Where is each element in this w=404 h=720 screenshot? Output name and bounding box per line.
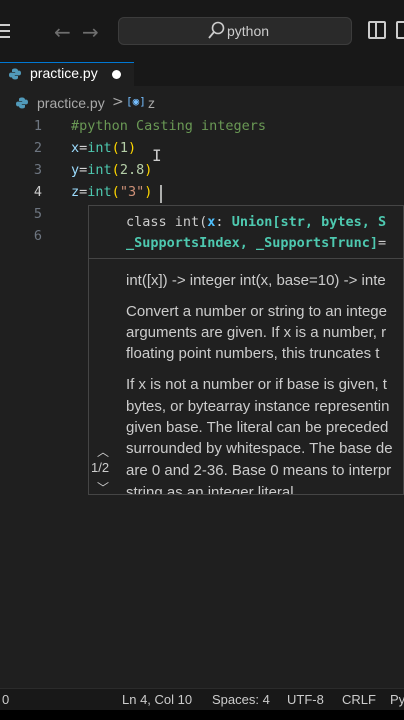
i-beam-cursor-icon: I (152, 146, 162, 165)
chevron-down-icon[interactable]: ﹀ (97, 479, 109, 494)
doc-line: are 0 and 2-36. Base 0 means to interpr (126, 462, 392, 479)
title-bar: ← → python (0, 0, 404, 62)
signature-keyword: class int( (126, 214, 208, 230)
bracket-token: ( (111, 184, 120, 200)
python-file-icon (9, 68, 21, 80)
signature-help-popup[interactable]: class int(x: Union[str, bytes, S _Suppor… (88, 205, 404, 495)
function-token: int (87, 162, 112, 178)
string-token: "3" (119, 184, 145, 200)
search-text: python (227, 23, 270, 39)
doc-line: bytes, or bytearray instance representin (126, 398, 390, 415)
doc-line: string as an integer literal (126, 484, 294, 495)
code-line[interactable]: 2 x=int(1) (0, 138, 404, 160)
breadcrumb: practice.py > [◉] z (0, 92, 404, 114)
code-line-active[interactable]: 4 z=int("3") (0, 182, 404, 204)
variable-token: x (71, 140, 80, 156)
status-language[interactable]: Py (390, 692, 404, 707)
doc-line: floating point numbers, this truncates t (126, 345, 380, 362)
variable-icon: [◉] (126, 95, 146, 108)
variable-token: z (71, 184, 80, 200)
line-number: 2 (33, 140, 42, 156)
code-line[interactable]: 3 y=int(2.8) (0, 160, 404, 182)
breadcrumb-symbol[interactable]: z (148, 95, 155, 111)
signature-type: Union[str, bytes, S (231, 214, 387, 230)
toggle-panel-icon[interactable] (396, 21, 404, 39)
status-cursor-position[interactable]: Ln 4, Col 10 (122, 692, 192, 707)
bracket-token: ( (111, 162, 120, 178)
variable-token: y (71, 162, 80, 178)
comment-token: #python Casting integers (71, 118, 267, 134)
python-file-icon (16, 97, 28, 109)
bottom-strip (0, 710, 404, 720)
chevron-up-icon[interactable]: ︿ (97, 443, 109, 460)
function-token: int (87, 184, 112, 200)
code-text: x=int(1) (71, 140, 136, 156)
doc-line: given base. The literal can be preceded (126, 419, 389, 436)
code-text: #python Casting integers (71, 118, 266, 134)
status-bar: 0 Ln 4, Col 10 Spaces: 4 UTF-8 CRLF Py (0, 688, 404, 710)
tab-bar: practice.py (0, 62, 404, 86)
text-caret (160, 185, 162, 203)
number-token: 2.8 (119, 162, 145, 178)
signature: class int(x: Union[str, bytes, S _Suppor… (126, 212, 386, 254)
chevron-right-icon: > (112, 94, 124, 110)
menu-icon[interactable] (0, 24, 10, 38)
bracket-token: ) (144, 184, 153, 200)
line-number: 6 (33, 228, 42, 244)
doc-line: int([x]) -> integer int(x, base=10) -> i… (126, 272, 386, 289)
line-number: 5 (33, 206, 42, 222)
bracket-token: ) (127, 140, 137, 156)
signature-colon: : (215, 214, 232, 230)
overload-counter: 1/2 (91, 460, 110, 475)
line-number: 4 (33, 184, 42, 200)
line-number: 3 (33, 162, 42, 178)
line-number: 1 (33, 118, 42, 134)
doc-line: Convert a number or string to an intege (126, 303, 387, 320)
divider (89, 258, 403, 259)
unsaved-dot-icon[interactable] (112, 70, 121, 79)
search-icon (208, 21, 225, 39)
signature-tail: = (377, 235, 387, 251)
command-center-search[interactable]: python (118, 17, 352, 45)
code-text: y=int(2.8) (71, 162, 152, 178)
doc-line: If x is not a number or if base is given… (126, 376, 387, 393)
function-token: int (87, 140, 112, 156)
status-indentation[interactable]: Spaces: 4 (212, 692, 270, 707)
code-line[interactable]: 1 #python Casting integers (0, 116, 404, 138)
doc-line: arguments are given. If x is a number, r (126, 324, 387, 341)
status-encoding[interactable]: UTF-8 (287, 692, 324, 707)
code-text: z=int("3") (71, 184, 152, 200)
signature-type-cont: _SupportsIndex, _SupportsTrunc] (126, 235, 378, 251)
toggle-sidebar-icon[interactable] (368, 21, 386, 39)
arrow-right-icon[interactable]: → (82, 20, 99, 44)
arrow-left-icon[interactable]: ← (54, 20, 71, 44)
tab-practice-py[interactable]: practice.py (0, 62, 134, 86)
breadcrumb-file[interactable]: practice.py (37, 95, 105, 111)
doc-line: surrounded by whitespace. The base de (126, 440, 393, 457)
status-eol[interactable]: CRLF (342, 692, 376, 707)
bracket-token: ( (111, 140, 120, 156)
status-problems[interactable]: 0 (2, 692, 9, 707)
tab-label: practice.py (30, 65, 98, 81)
number-token: 1 (119, 140, 128, 156)
